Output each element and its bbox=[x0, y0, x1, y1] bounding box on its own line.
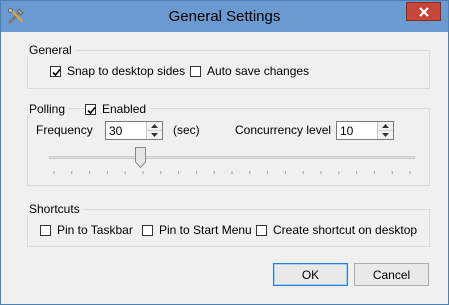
startmenu-checkbox[interactable]: Pin to Start Menu bbox=[142, 223, 252, 237]
desktop-shortcut-checkbox[interactable]: Create shortcut on desktop bbox=[256, 223, 417, 237]
taskbar-checkbox[interactable]: Pin to Taskbar bbox=[40, 223, 133, 237]
arrow-down-icon bbox=[151, 133, 158, 137]
concurrency-stepper[interactable] bbox=[336, 121, 394, 140]
frequency-label: Frequency bbox=[36, 123, 93, 137]
ok-button[interactable]: OK bbox=[273, 263, 348, 286]
close-button[interactable] bbox=[406, 2, 441, 21]
slider-ticks bbox=[53, 171, 411, 174]
polling-slider-thumb[interactable] bbox=[135, 147, 146, 169]
startmenu-label: Pin to Start Menu bbox=[159, 223, 252, 237]
checkmark-icon bbox=[87, 106, 96, 114]
frequency-down-button[interactable] bbox=[147, 131, 162, 139]
concurrency-input[interactable] bbox=[337, 122, 379, 139]
polling-legend: Polling bbox=[26, 102, 69, 116]
frequency-stepper[interactable] bbox=[105, 121, 163, 140]
autosave-checkbox-box[interactable] bbox=[190, 65, 201, 77]
arrow-down-icon bbox=[382, 133, 389, 137]
checkmark-icon bbox=[52, 68, 61, 76]
shortcuts-legend: Shortcuts bbox=[26, 202, 83, 216]
cancel-button[interactable]: Cancel bbox=[354, 263, 429, 286]
desktop-shortcut-checkbox-box[interactable] bbox=[256, 224, 267, 236]
window-title: General Settings bbox=[168, 8, 281, 25]
concurrency-up-button[interactable] bbox=[378, 122, 393, 131]
snap-label: Snap to desktop sides bbox=[67, 64, 186, 78]
taskbar-checkbox-box[interactable] bbox=[40, 224, 51, 236]
arrow-up-icon bbox=[382, 124, 389, 128]
enabled-checkbox-box[interactable] bbox=[85, 103, 96, 115]
arrow-up-icon bbox=[151, 124, 158, 128]
autosave-checkbox[interactable]: Auto save changes bbox=[190, 64, 309, 78]
desktop-shortcut-label: Create shortcut on desktop bbox=[273, 223, 418, 237]
enabled-label: Enabled bbox=[102, 102, 147, 116]
close-icon bbox=[418, 6, 429, 17]
autosave-label: Auto save changes bbox=[207, 64, 310, 78]
snap-checkbox[interactable]: Snap to desktop sides bbox=[50, 64, 185, 78]
polling-slider-track[interactable] bbox=[49, 156, 415, 159]
concurrency-down-button[interactable] bbox=[378, 131, 393, 139]
concurrency-label: Concurrency level bbox=[235, 123, 332, 137]
frequency-input[interactable] bbox=[106, 122, 148, 139]
general-legend: General bbox=[26, 43, 75, 57]
snap-checkbox-box[interactable] bbox=[50, 65, 61, 77]
frequency-up-button[interactable] bbox=[147, 122, 162, 131]
frequency-unit: (sec) bbox=[173, 123, 200, 137]
settings-dialog: General Settings General Snap to desktop… bbox=[0, 0, 449, 305]
title-bar[interactable]: General Settings bbox=[1, 1, 448, 32]
taskbar-label: Pin to Taskbar bbox=[57, 223, 133, 237]
enabled-checkbox[interactable]: Enabled bbox=[85, 102, 150, 116]
startmenu-checkbox-box[interactable] bbox=[142, 224, 153, 236]
